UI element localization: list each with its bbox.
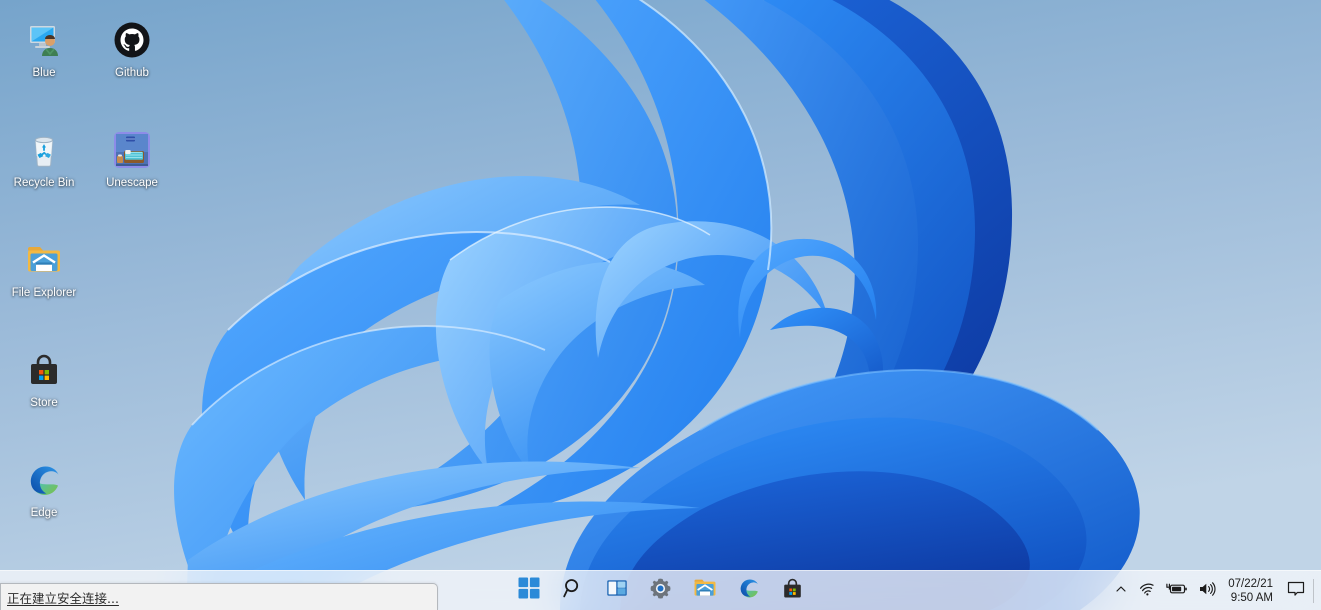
clock-date: 07/22/21 [1228,577,1273,591]
search-icon [562,577,584,604]
task-view-icon [606,577,628,604]
desktop-icon-label: File Explorer [2,287,86,301]
taskbar-task-view-button[interactable] [599,573,635,609]
desktop-icon-unescape[interactable]: Unescape [88,118,176,228]
taskbar-center-buttons [511,571,811,610]
battery-charging-icon [1166,582,1188,601]
tray-notification-button[interactable] [1281,574,1311,608]
tray-network-button[interactable] [1133,574,1161,608]
recycle-bin-icon [24,130,64,170]
tray-divider [1313,579,1314,603]
speaker-volume-icon [1198,581,1217,602]
clock-time: 9:50 AM [1231,591,1273,605]
desktop-icon-file-explorer[interactable]: File Explorer [0,228,88,338]
microsoft-store-bag-icon [24,350,64,390]
file-explorer-folder-icon [24,240,64,280]
desktop-icon-recycle-bin[interactable]: Recycle Bin [0,118,88,228]
chevron-up-icon [1114,582,1128,601]
browser-status-bar: 正在建立安全连接... [0,583,438,610]
gear-icon [649,577,672,605]
notification-chat-bubble-icon [1286,580,1306,603]
taskbar-clock[interactable]: 07/22/21 9:50 AM [1222,574,1281,608]
desktop-wallpaper [0,0,1321,610]
tray-overflow-button[interactable] [1109,574,1133,608]
desktop-icon-label: Recycle Bin [2,177,86,191]
wifi-icon [1138,581,1156,602]
desktop-icon-label: Unescape [90,177,174,191]
desktop-icon-blue[interactable]: Blue [0,8,88,118]
github-octocat-icon [112,20,152,60]
icon-grid-spacer [88,228,176,338]
store-bag-icon [781,577,804,605]
microsoft-edge-icon [24,460,64,500]
desktop-icon-edge[interactable]: Edge [0,448,88,558]
system-tray: 07/22/21 9:50 AM [1109,571,1321,610]
desktop[interactable]: Blue Github [0,0,1321,610]
taskbar-edge-button[interactable] [731,573,767,609]
unescape-game-icon [112,130,152,170]
desktop-icon-label: Store [2,397,86,411]
taskbar-start-button[interactable] [511,573,547,609]
taskbar-file-explorer-button[interactable] [687,573,723,609]
desktop-icon-grid: Blue Github [0,8,190,558]
tray-volume-button[interactable] [1193,574,1222,608]
taskbar-search-button[interactable] [555,573,591,609]
icon-grid-spacer [88,338,176,448]
status-bar-text: 正在建立安全连接... [7,588,119,607]
desktop-icon-store[interactable]: Store [0,338,88,448]
edge-icon [737,576,761,605]
desktop-icon-label: Github [90,67,174,81]
desktop-icon-github[interactable]: Github [88,8,176,118]
desktop-icon-label: Edge [2,507,86,521]
taskbar-settings-button[interactable] [643,573,679,609]
tray-battery-button[interactable] [1161,574,1193,608]
remote-desktop-user-icon [24,20,64,60]
taskbar-store-button[interactable] [775,573,811,609]
desktop-icon-label: Blue [2,67,86,81]
windows-logo-icon [518,577,540,604]
folder-icon [693,577,717,604]
